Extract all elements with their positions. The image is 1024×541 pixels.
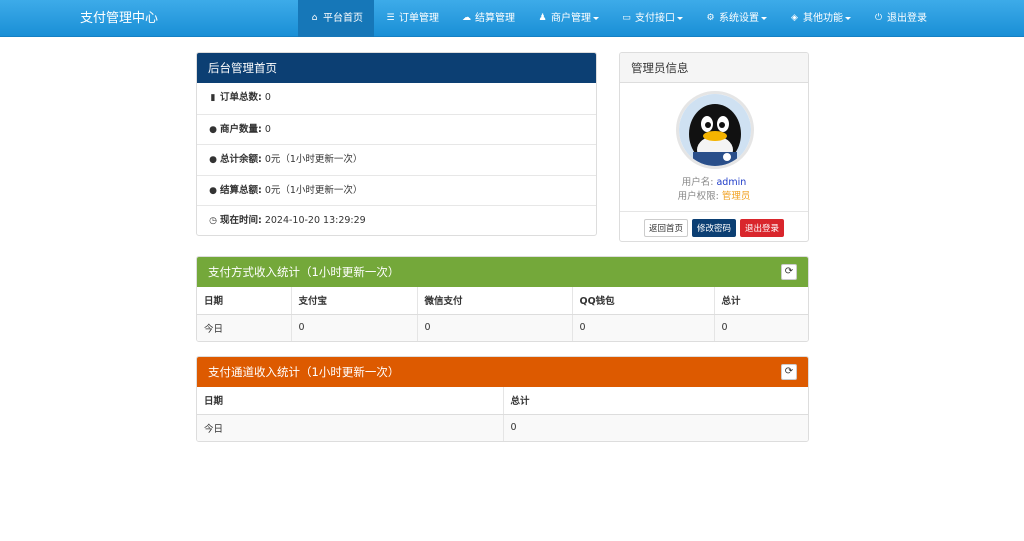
caret-down-icon: [677, 17, 683, 20]
payment-method-stats-panel: 支付方式收入统计（1小时更新一次） ⟳ 日期 支付宝 微信支付 QQ钱包 总计 今日 0 0…: [196, 256, 809, 342]
role-line: 用户权限: 管理员: [677, 191, 751, 202]
payment-method-table: 日期 支付宝 微信支付 QQ钱包 总计 今日 0 0 0 0: [197, 287, 808, 341]
stat-label: 订单总数:: [220, 92, 262, 103]
channel-stats-panel: 支付通道收入统计（1小时更新一次） ⟳ 日期 总计 今日 0: [196, 356, 809, 442]
refresh-icon[interactable]: ⟳: [781, 364, 797, 380]
column-header: 总计: [503, 387, 808, 415]
nav-item-label: 平台首页: [323, 13, 363, 24]
stat-value: 0: [264, 92, 271, 103]
top-navbar: 支付管理中心 ⌂ 平台首页 ☰ 订单管理 ☁ 结算管理 ♟ 商户管理 ▭ 支付接口 ⚙ 系统设置 ◈ 其他…: [0, 0, 1024, 37]
nav-item-5[interactable]: ⚙ 系统设置: [694, 0, 778, 37]
stat-label: 结算总额:: [220, 184, 262, 196]
column-header: 日期: [197, 287, 292, 315]
nav-item-4[interactable]: ▭ 支付接口: [610, 0, 694, 37]
avatar: [676, 91, 754, 169]
stat-value: 0元（1小时更新一次）: [264, 154, 363, 165]
drop-icon: ●: [209, 155, 217, 165]
nav-item-2[interactable]: ☁ 结算管理: [450, 0, 526, 37]
column-header: 日期: [197, 387, 504, 415]
nav-item-label: 订单管理: [399, 13, 439, 24]
credit-card-icon: ▭: [622, 13, 631, 23]
brand-title[interactable]: 支付管理中心: [80, 0, 158, 37]
change-password-button[interactable]: 修改密码: [691, 218, 736, 237]
admin-info-panel: 管理员信息 用户名: admin 用户权限: 管理员 返回首页 修改密码 退出登…: [619, 52, 809, 242]
table-row: 今日 0 0 0 0: [197, 314, 808, 341]
nav-item-3[interactable]: ♟ 商户管理: [526, 0, 610, 37]
stat-label: 现在时间:: [220, 215, 262, 226]
nav-item-1[interactable]: ☰ 订单管理: [374, 0, 450, 37]
table-cell: 0: [572, 314, 715, 341]
admin-panel-title: 管理员信息: [620, 53, 808, 83]
table-cell: 0: [714, 314, 808, 341]
nav-item-label: 系统设置: [719, 13, 759, 24]
home-icon: ⌂: [311, 13, 318, 23]
caret-down-icon: [593, 17, 599, 20]
nav-item-label: 退出登录: [887, 13, 927, 24]
stat-row: ▮ 订单总数: 0: [197, 83, 596, 114]
table-row: 今日 0: [197, 414, 808, 441]
stat-row: ● 结算总额: 0元（1小时更新一次）: [197, 174, 596, 206]
column-header: 支付宝: [291, 287, 418, 315]
username-value: admin: [716, 177, 747, 188]
nav-item-label: 商户管理: [551, 13, 591, 24]
drop-icon: ●: [209, 185, 217, 196]
nav-item-label: 结算管理: [475, 13, 515, 24]
nav-item-0[interactable]: ⌂ 平台首页: [298, 0, 374, 37]
user-icon: ♟: [538, 13, 547, 23]
nav-item-6[interactable]: ◈ 其他功能: [778, 0, 862, 37]
stat-value: 0元（1小时更新一次）: [264, 184, 363, 196]
drop-icon: ●: [209, 124, 217, 135]
stat-value: 2024-10-20 13:29:29: [264, 215, 366, 226]
cloud-icon: ☁: [462, 13, 471, 23]
payment-method-stats-title: 支付方式收入统计（1小时更新一次） ⟳: [197, 257, 808, 287]
stat-row: ◷ 现在时间: 2024-10-20 13:29:29: [197, 205, 596, 235]
list-icon: ☰: [386, 13, 395, 23]
column-header: 总计: [714, 287, 808, 315]
home-panel: 后台管理首页 ▮ 订单总数: 0 ● 商户数量: 0 ● 总计余额: 0元（1小时更新一次） ● 结…: [196, 52, 597, 236]
power-icon: ⏻: [874, 13, 883, 23]
admin-actions: 返回首页 修改密码 退出登录: [620, 211, 808, 241]
clock-icon: ◷: [209, 216, 217, 226]
table-cell: 0: [503, 414, 808, 441]
column-header: 微信支付: [417, 287, 573, 315]
username-line: 用户名: admin: [681, 177, 747, 188]
refresh-icon[interactable]: ⟳: [781, 264, 797, 280]
logout-button[interactable]: 退出登录: [740, 218, 785, 237]
nav-menu: ⌂ 平台首页 ☰ 订单管理 ☁ 结算管理 ♟ 商户管理 ▭ 支付接口 ⚙ 系统设置 ◈ 其他功能 ⏻ 退出登录: [298, 0, 938, 37]
penguin-avatar-icon: [679, 94, 751, 166]
caret-down-icon: [845, 17, 851, 20]
column-header: QQ钱包: [572, 287, 715, 315]
nav-item-7[interactable]: ⏻ 退出登录: [862, 0, 938, 37]
caret-down-icon: [761, 17, 767, 20]
table-cell: 0: [291, 314, 418, 341]
nav-item-label: 支付接口: [635, 13, 675, 24]
table-cell: 今日: [197, 414, 504, 441]
channel-table: 日期 总计 今日 0: [197, 387, 808, 441]
gear-icon: ⚙: [706, 13, 715, 23]
back-home-button[interactable]: 返回首页: [643, 218, 688, 237]
nav-item-label: 其他功能: [803, 13, 843, 24]
home-panel-title: 后台管理首页: [197, 53, 596, 83]
stat-label: 总计余额:: [220, 154, 262, 165]
stat-row: ● 商户数量: 0: [197, 113, 596, 145]
cube-icon: ◈: [791, 13, 798, 23]
stat-value: 0: [264, 123, 271, 135]
table-cell: 今日: [197, 314, 292, 341]
channel-stats-title: 支付通道收入统计（1小时更新一次） ⟳: [197, 357, 808, 387]
role-value: 管理员: [721, 191, 751, 202]
stat-label: 商户数量:: [220, 123, 262, 135]
table-cell: 0: [417, 314, 573, 341]
stat-row: ● 总计余额: 0元（1小时更新一次）: [197, 144, 596, 175]
bar-chart-icon: ▮: [210, 93, 216, 103]
